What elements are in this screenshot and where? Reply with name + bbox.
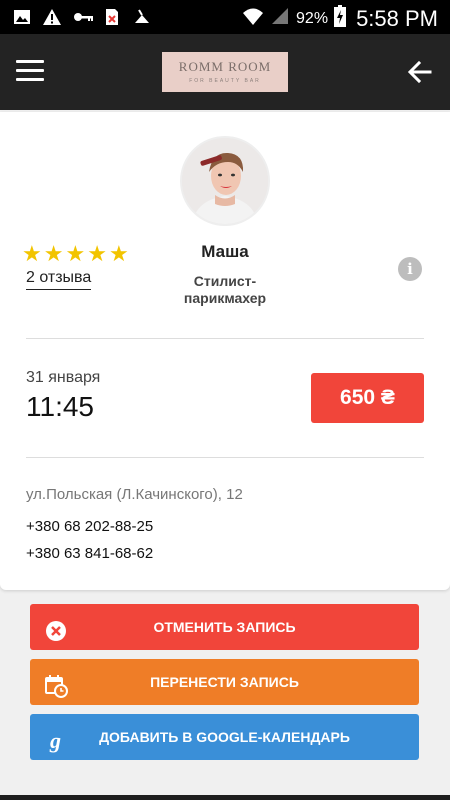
cancel-appointment-button[interactable]: ОТМЕНИТЬ ЗАПИСЬ <box>30 604 419 650</box>
master-name: Маша <box>201 242 249 261</box>
master-role: Стилист-парикмахер <box>183 273 267 306</box>
logo-subtitle: FOR BEAUTY BAR <box>189 78 261 84</box>
notification-icons <box>12 7 152 27</box>
reschedule-appointment-label: ПЕРЕНЕСТИ ЗАПИСЬ <box>150 674 299 690</box>
app-bar: ROMM ROOM FOR BEAUTY BAR <box>0 34 450 110</box>
google-icon: g <box>44 725 68 753</box>
image-icon <box>12 7 32 27</box>
add-google-calendar-label: ДОБАВИТЬ В GOOGLE-КАЛЕНДАРЬ <box>99 729 350 745</box>
star-icon: ★ <box>22 241 42 266</box>
wifi-icon <box>242 6 264 31</box>
status-bar: 92% 5:58 PM <box>0 0 450 34</box>
star-icon: ★ <box>87 241 107 266</box>
phone-link[interactable]: +380 63 841-68-62 <box>26 545 153 562</box>
rating-stars: ★ ★ ★ ★ ★ <box>22 243 129 265</box>
price-button[interactable]: 650 ₴ <box>311 373 424 423</box>
cancel-appointment-label: ОТМЕНИТЬ ЗАПИСЬ <box>153 619 296 635</box>
star-icon: ★ <box>43 241 64 266</box>
add-google-calendar-button[interactable]: g ДОБАВИТЬ В GOOGLE-КАЛЕНДАРЬ <box>30 714 419 760</box>
divider <box>26 338 424 339</box>
reschedule-appointment-button[interactable]: ПЕРЕНЕСТИ ЗАПИСЬ <box>30 659 419 705</box>
divider <box>26 457 424 458</box>
phone-link[interactable]: +380 68 202-88-25 <box>26 518 153 535</box>
arrow-back-icon[interactable] <box>404 56 436 88</box>
battery-percent: 92% <box>296 9 329 27</box>
warning-icon <box>42 7 62 27</box>
salon-address: ул.Польская (Л.Качинского), 12 <box>26 486 243 503</box>
vacuum-icon <box>132 7 152 27</box>
key-icon <box>72 7 93 27</box>
bottom-edge <box>0 795 450 800</box>
battery-icon <box>334 5 347 32</box>
svg-text:g: g <box>49 729 61 753</box>
reviews-link[interactable]: 2 отзыва <box>26 269 92 290</box>
appointment-card: ★ ★ ★ ★ ★ 2 отзыва Маша Стилист-парикмах… <box>0 112 450 590</box>
status-indicators: 92% 5:58 PM <box>242 5 438 32</box>
appointment-date: 31 января <box>26 369 101 386</box>
salon-logo: ROMM ROOM FOR BEAUTY BAR <box>162 52 288 92</box>
clock: 5:58 PM <box>356 5 438 31</box>
appointment-time: 11:45 <box>26 391 94 422</box>
star-icon: ★ <box>108 241 129 266</box>
cancel-icon <box>44 615 68 641</box>
sim-off-icon <box>102 7 122 27</box>
signal-icon <box>270 6 290 31</box>
info-icon[interactable]: i <box>398 257 422 281</box>
logo-title: ROMM ROOM <box>178 59 272 74</box>
avatar <box>180 136 270 226</box>
hamburger-icon[interactable] <box>16 60 44 82</box>
star-icon: ★ <box>65 241 86 266</box>
calendar-clock-icon <box>44 670 68 698</box>
